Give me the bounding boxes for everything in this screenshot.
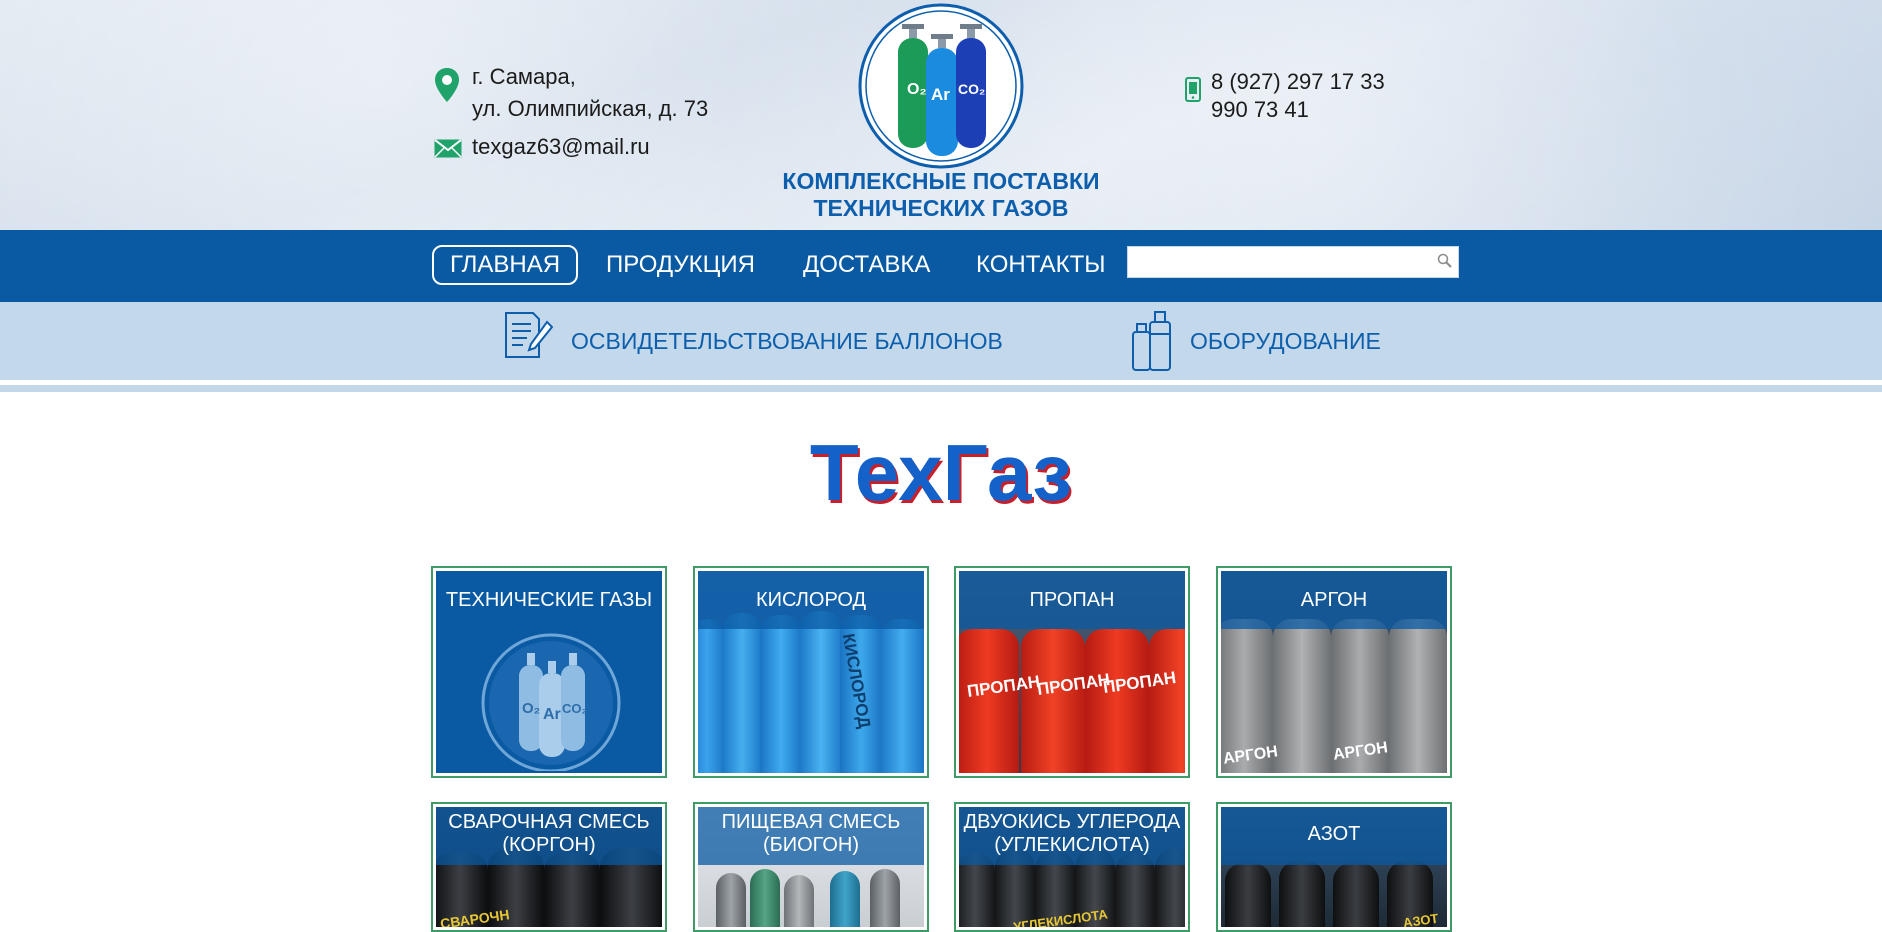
nitrogen-cylinder (1279, 861, 1325, 927)
nav-item-contacts[interactable]: КОНТАКТЫ (960, 245, 1121, 285)
tile-label-line-2: (КОРГОН) (502, 834, 596, 856)
tile-label: АЗОТ (1221, 807, 1447, 865)
tile-label-line-1: АЗОТ (1307, 823, 1361, 845)
propane-cylinder (1085, 629, 1149, 773)
gas-canisters-icon (1132, 311, 1171, 371)
tile-label: ТЕХНИЧЕСКИЕ ГАЗЫ (445, 588, 653, 611)
subnav-item-equipment[interactable]: ОБОРУДОВАНИЕ (1190, 323, 1381, 359)
food-mix-cylinder (830, 871, 860, 927)
nitrogen-cylinder (1225, 863, 1271, 927)
tile-food-mix-photo: ПИЩЕВАЯ СМЕСЬ (БИОГОН) (698, 807, 924, 927)
mobile-phone-icon (1185, 77, 1201, 102)
tile-oxygen[interactable]: КИСЛОРОД КИСЛОРОД (693, 566, 929, 778)
address: г. Самара, ул. Олимпийская, д. 73 (472, 61, 708, 125)
argon-cylinder (1389, 619, 1447, 773)
tile-nitrogen[interactable]: АЗОТ АЗОТ (1216, 802, 1452, 932)
food-mix-cylinder (750, 869, 780, 927)
tile-label: ПИЩЕВАЯ СМЕСЬ (БИОГОН) (698, 807, 924, 865)
search-icon[interactable] (1436, 252, 1454, 270)
tile-label-line-1: СВАРОЧНАЯ СМЕСЬ (448, 811, 650, 833)
tile-nitrogen-photo: АЗОТ АЗОТ (1221, 807, 1447, 927)
tile-label: ДВУОКИСЬ УГЛЕРОДА (УГЛЕКИСЛОТА) (959, 807, 1185, 865)
phone-1[interactable]: 8 (927) 297 17 33 (1211, 68, 1385, 96)
nav-item-products[interactable]: ПРОДУКЦИЯ (590, 245, 771, 285)
phone-2[interactable]: 990 73 41 (1211, 96, 1385, 124)
svg-text:Ar: Ar (931, 85, 950, 104)
svg-text:O₂: O₂ (522, 700, 540, 717)
tile-propane[interactable]: ПРОПАН ПРОПАН ПРОПАН ПРОПАН (954, 566, 1190, 778)
tile-welding-mix-photo: СВАРОЧНАЯ СМЕСЬ (КОРГОН) СВАРОЧН (436, 807, 662, 927)
food-mix-cylinder (716, 873, 746, 927)
oxygen-cylinder (722, 613, 762, 773)
tile-carbon-dioxide-photo: ДВУОКИСЬ УГЛЕРОДА (УГЛЕКИСЛОТА) УГЛЕКИСЛО… (959, 807, 1185, 927)
tile-argon[interactable]: АРГОН АРГОН АРГОН (1216, 566, 1452, 778)
propane-cylinder (1149, 629, 1185, 773)
location-pin-icon (435, 68, 459, 102)
oxygen-cylinder (760, 615, 802, 773)
propane-cylinder (1021, 629, 1085, 773)
tile-technical-gases[interactable]: ТЕХНИЧЕСКИЕ ГАЗЫ O₂ Ar CO₂ (431, 566, 667, 778)
tile-label: АРГОН (1221, 571, 1447, 629)
address-line-2: ул. Олимпийская, д. 73 (472, 96, 709, 121)
tile-label: СВАРОЧНАЯ СМЕСЬ (КОРГОН) (436, 807, 662, 865)
svg-text:CO₂: CO₂ (958, 81, 985, 97)
nav-item-home[interactable]: ГЛАВНАЯ (432, 245, 579, 285)
tile-argon-photo: АРГОН АРГОН АРГОН (1221, 571, 1447, 773)
tile-label: ПРОПАН (959, 571, 1185, 629)
tile-label-line-2: (УГЛЕКИСЛОТА) (994, 834, 1150, 856)
food-mix-cylinder (784, 875, 814, 927)
svg-text:O₂: O₂ (907, 81, 927, 98)
tile-oxygen-photo: КИСЛОРОД КИСЛОРОД (698, 571, 924, 773)
phones: 8 (927) 297 17 33 990 73 41 (1211, 68, 1385, 124)
svg-text:Ar: Ar (543, 706, 561, 723)
oxygen-cylinder (800, 611, 842, 773)
tile-carbon-dioxide[interactable]: ДВУОКИСЬ УГЛЕРОДА (УГЛЕКИСЛОТА) УГЛЕКИСЛО… (954, 802, 1190, 932)
tile-food-mix[interactable]: ПИЩЕВАЯ СМЕСЬ (БИОГОН) (693, 802, 929, 932)
tile-label-line-2: (БИОГОН) (762, 834, 860, 856)
logo-tagline-line-2: ТЕХНИЧЕСКИХ ГАЗОВ (813, 195, 1069, 221)
nav-item-delivery[interactable]: ДОСТАВКА (787, 245, 946, 285)
tile-label-line-1: ПИЩЕВАЯ СМЕСЬ (721, 811, 901, 833)
argon-cylinder (1273, 619, 1331, 773)
tile-technical-gases-bg: ТЕХНИЧЕСКИЕ ГАЗЫ O₂ Ar CO₂ (436, 571, 662, 773)
food-mix-cylinder (870, 869, 900, 927)
page-title: ТехГаз (809, 428, 1073, 517)
document-pen-icon (505, 312, 553, 358)
oxygen-cylinder (880, 619, 924, 773)
search-input[interactable] (1127, 246, 1459, 278)
tile-label-line-1: ДВУОКИСЬ УГЛЕРОДА (963, 811, 1181, 833)
site-header: г. Самара, ул. Олимпийская, д. 73 texgaz… (0, 0, 1882, 230)
subnav-item-cylinder-inspection[interactable]: ОСВИДЕТЕЛЬСТВОВАНИЕ БАЛЛОНОВ (571, 323, 1003, 359)
svg-text:CO₂: CO₂ (562, 701, 588, 716)
envelope-icon (434, 139, 462, 158)
tile-welding-mix[interactable]: СВАРОЧНАЯ СМЕСЬ (КОРГОН) СВАРОЧН (431, 802, 667, 932)
divider-stripe (0, 385, 1882, 392)
address-line-1: г. Самара, (472, 64, 576, 89)
tile-propane-photo: ПРОПАН ПРОПАН ПРОПАН ПРОПАН (959, 571, 1185, 773)
tile-label: КИСЛОРОД (698, 571, 924, 629)
logo-tagline-line-1: КОМПЛЕКСНЫЕ ПОСТАВКИ (782, 168, 1100, 194)
email-link[interactable]: texgaz63@mail.ru (472, 131, 650, 163)
nitrogen-cylinder (1333, 863, 1379, 927)
gas-cylinders-badge-icon: O₂ Ar CO₂ (481, 633, 621, 771)
logo-tagline: КОМПЛЕКСНЫЕ ПОСТАВКИ ТЕХНИЧЕСКИХ ГАЗОВ (760, 168, 1122, 222)
